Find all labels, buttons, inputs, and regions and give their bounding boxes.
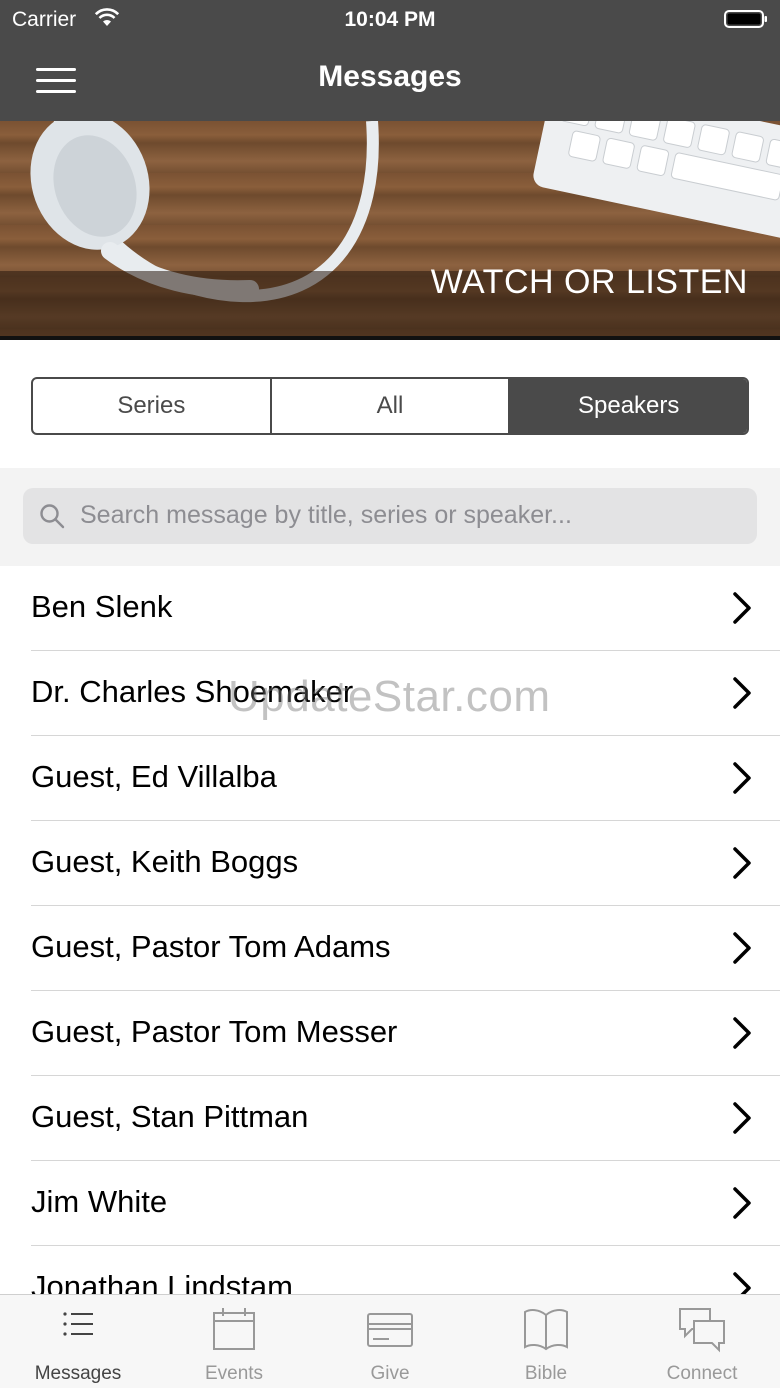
calendar-icon	[213, 1308, 255, 1350]
chevron-right-icon	[733, 592, 751, 624]
search-icon	[40, 504, 65, 529]
chevron-right-icon	[733, 677, 751, 709]
segment-speakers[interactable]: Speakers	[510, 379, 747, 433]
chevron-right-icon	[733, 1017, 751, 1049]
navigation-bar: Messages	[0, 40, 780, 121]
tab-bible[interactable]: Bible	[468, 1295, 624, 1388]
chevron-right-icon	[733, 1187, 751, 1219]
chevron-right-icon	[733, 932, 751, 964]
speaker-name: Guest, Pastor Tom Messer	[31, 1014, 398, 1049]
app-header: Carrier 10:04 PM Messages	[0, 0, 780, 121]
tab-connect[interactable]: Connect	[624, 1295, 780, 1388]
search-placeholder: Search message by title, series or speak…	[80, 501, 572, 529]
tab-label: Connect	[666, 1363, 738, 1384]
tab-label: Bible	[524, 1363, 568, 1384]
tab-label: Messages	[34, 1363, 122, 1384]
list-item[interactable]: Ben Slenk	[0, 566, 780, 651]
tab-label: Give	[370, 1363, 410, 1384]
tab-messages[interactable]: Messages	[0, 1295, 156, 1388]
search-section: Search message by title, series or speak…	[0, 468, 780, 566]
search-input[interactable]: Search message by title, series or speak…	[23, 488, 757, 544]
chevron-right-icon	[733, 847, 751, 879]
page-title: Messages	[318, 60, 462, 93]
tab-give[interactable]: Give	[312, 1295, 468, 1388]
list-item[interactable]: Guest, Keith Boggs	[0, 821, 780, 906]
chevron-right-icon	[733, 762, 751, 794]
list-item[interactable]: Guest, Pastor Tom Messer	[0, 991, 780, 1076]
card-icon	[367, 1313, 413, 1347]
view-segmented-control: Series All Speakers	[31, 377, 749, 435]
book-icon	[524, 1309, 568, 1351]
banner-caption: WATCH OR LISTEN	[430, 263, 748, 301]
speaker-name: Jim White	[31, 1184, 168, 1219]
tab-events[interactable]: Events	[156, 1295, 312, 1388]
speaker-name: Guest, Ed Villalba	[31, 759, 277, 794]
speaker-name: Dr. Charles Shoemaker	[31, 674, 354, 709]
speaker-name: Guest, Pastor Tom Adams	[31, 929, 391, 964]
status-time: 10:04 PM	[344, 8, 436, 31]
header-banner-image: WATCH OR LISTEN	[0, 121, 780, 340]
list-item[interactable]: Guest, Ed Villalba	[0, 736, 780, 821]
list-item[interactable]: Guest, Pastor Tom Adams	[0, 906, 780, 991]
segment-series[interactable]: Series	[33, 379, 272, 433]
battery-icon	[724, 10, 767, 28]
tab-bar: Messages Events Give Bible Connect	[0, 1294, 780, 1388]
tab-label: Events	[204, 1363, 264, 1384]
speaker-name: Ben Slenk	[31, 589, 173, 624]
chevron-right-icon	[733, 1102, 751, 1134]
speaker-list: Ben Slenk Dr. Charles Shoemaker Guest, E…	[0, 566, 780, 1331]
list-icon	[63, 1312, 93, 1336]
segment-all[interactable]: All	[272, 379, 511, 433]
list-item[interactable]: Jim White	[0, 1161, 780, 1246]
speaker-name: Guest, Keith Boggs	[31, 844, 299, 879]
status-bar: Carrier 10:04 PM	[0, 0, 780, 40]
list-item[interactable]: Dr. Charles Shoemaker	[0, 651, 780, 736]
chat-icon	[679, 1308, 725, 1353]
list-item[interactable]: Guest, Stan Pittman	[0, 1076, 780, 1161]
speaker-name: Guest, Stan Pittman	[31, 1099, 309, 1134]
